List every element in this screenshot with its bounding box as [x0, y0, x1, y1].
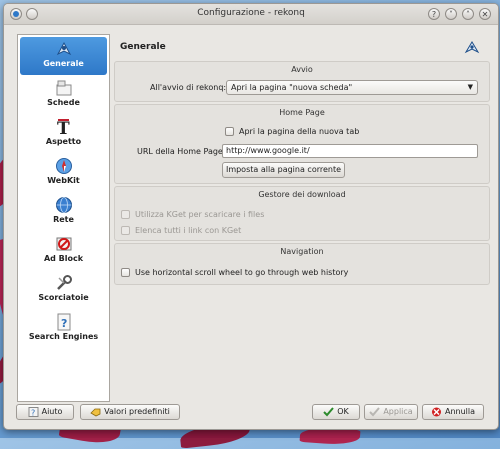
rekonq-logo-icon: [464, 41, 480, 54]
defaults-button[interactable]: Valori predefiniti: [80, 404, 180, 420]
sidebar-item-aspetto[interactable]: T Aspetto: [18, 118, 109, 146]
page-title: Generale: [120, 42, 166, 52]
apply-button-label: Applica: [383, 407, 413, 416]
startup-select[interactable]: Apri la pagina "nuova scheda" ▼: [226, 80, 478, 95]
horizontal-scroll-checkbox-label[interactable]: Use horizontal scroll wheel to go throug…: [135, 268, 348, 277]
sidebar-item-rete[interactable]: Rete: [18, 196, 109, 224]
navigation-group: Navigation Use horizontal scroll wheel t…: [114, 243, 490, 285]
sidebar-item-ad-block[interactable]: Ad Block: [18, 235, 109, 263]
sidebar-item-search-engines[interactable]: ? Search Engines: [18, 313, 109, 341]
sidebar-item-label: Rete: [53, 215, 74, 224]
maximize-button[interactable]: ˄: [462, 8, 474, 20]
group-title: Gestore dei download: [258, 190, 346, 199]
font-icon: T: [57, 119, 70, 136]
network-icon: [55, 197, 72, 213]
ok-button-label: OK: [337, 407, 349, 416]
kget-links-checkbox-label: Elenca tutti i link con KGet: [135, 226, 242, 235]
defaults-button-label: Valori predefiniti: [104, 407, 170, 416]
restore-defaults-icon: [90, 408, 101, 416]
group-title: Avvio: [291, 65, 313, 74]
apply-button[interactable]: Applica: [364, 404, 418, 420]
sidebar-item-label: WebKit: [47, 176, 80, 185]
homepage-group: Home Page Apri la pagina della nuova tab…: [114, 104, 490, 184]
help-title-button[interactable]: ?: [428, 8, 440, 20]
new-tab-checkbox[interactable]: [225, 127, 234, 136]
adblock-icon: [56, 237, 71, 251]
sidebar: Generale Schede T Aspetto WebKit Rete Ad…: [17, 34, 110, 402]
cancel-icon: [431, 407, 441, 416]
chevron-down-icon: ▼: [467, 83, 473, 91]
close-button[interactable]: ✕: [479, 8, 491, 20]
startup-label: All'avvio di rekonq:: [150, 83, 227, 92]
kget-checkbox-label: Utilizza KGet per scaricare i files: [135, 210, 265, 219]
rekonq-icon: [56, 41, 71, 56]
minimize-button[interactable]: ˅: [445, 8, 457, 20]
sidebar-item-label: Schede: [47, 98, 80, 107]
settings-dialog: Configurazione - rekonq ? ˅ ˄ ✕ Generale…: [3, 3, 499, 430]
sidebar-item-scorciatoie[interactable]: Scorciatoie: [18, 274, 109, 302]
sidebar-item-label: Generale: [43, 59, 84, 68]
home-url-field[interactable]: http://www.google.it/: [222, 144, 478, 158]
kget-links-checkbox[interactable]: [121, 226, 130, 235]
home-url-label: URL della Home Page:: [137, 147, 226, 156]
set-current-page-button[interactable]: Imposta alla pagina corrente: [222, 162, 345, 178]
sidebar-item-schede[interactable]: Schede: [18, 79, 109, 107]
svg-text:?: ?: [61, 317, 67, 330]
sidebar-item-generale[interactable]: Generale: [20, 37, 107, 75]
cancel-button[interactable]: Annulla: [422, 404, 484, 420]
startup-select-value: Apri la pagina "nuova scheda": [231, 83, 353, 92]
svg-text:?: ?: [31, 408, 35, 417]
cancel-button-label: Annulla: [444, 407, 476, 416]
window-title: Configurazione - rekonq: [197, 8, 305, 18]
shortcuts-icon: [56, 275, 72, 290]
group-title: Navigation: [280, 247, 324, 256]
webkit-compass-icon: [55, 158, 72, 174]
downloads-group: Gestore dei download Utilizza KGet per s…: [114, 186, 490, 241]
startup-group: Avvio All'avvio di rekonq: Apri la pagin…: [114, 61, 490, 102]
help-button-label: Aiuto: [41, 407, 63, 416]
new-tab-checkbox-label[interactable]: Apri la pagina della nuova tab: [239, 127, 359, 136]
sidebar-item-label: Ad Block: [43, 254, 84, 263]
sidebar-item-label: Search Engines: [28, 332, 99, 341]
group-title: Home Page: [279, 108, 325, 117]
sidebar-item-label: Aspetto: [45, 137, 82, 146]
tabs-icon: [56, 80, 71, 96]
title-bar[interactable]: Configurazione - rekonq ? ˅ ˄ ✕: [4, 4, 498, 25]
sidebar-item-webkit[interactable]: WebKit: [18, 157, 109, 185]
ok-button[interactable]: OK: [312, 404, 360, 420]
help-button[interactable]: ? Aiuto: [16, 404, 74, 420]
search-engines-icon: ?: [57, 313, 70, 331]
check-icon: [369, 406, 381, 416]
svg-text:T: T: [57, 119, 70, 136]
sidebar-item-label: Scorciatoie: [38, 293, 89, 302]
horizontal-scroll-checkbox[interactable]: [121, 268, 130, 277]
kget-checkbox[interactable]: [121, 210, 130, 219]
help-icon: ?: [28, 406, 39, 417]
check-icon: [323, 406, 334, 416]
